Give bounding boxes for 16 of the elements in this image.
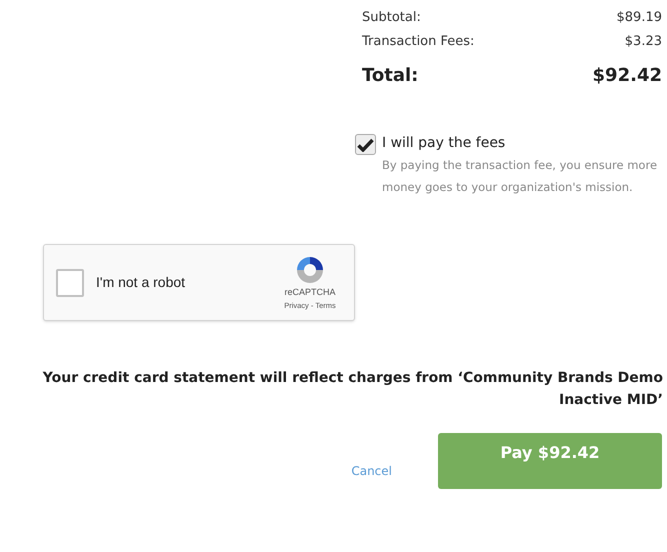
fees-description: By paying the transaction fee, you ensure more money goes to your organization's mission. [382, 157, 658, 196]
cancel-link[interactable]: Cancel [351, 462, 392, 480]
summary-value: $89.19 [616, 9, 662, 28]
fees-label: I will pay the fees [382, 134, 506, 153]
captcha-checkbox[interactable] [56, 268, 84, 296]
check-icon [357, 138, 374, 152]
pay-button[interactable]: Pay $92.42 [438, 433, 662, 489]
summary-label: Subtotal: [362, 9, 421, 28]
total-label: Total: [362, 64, 418, 88]
captcha-label: I'm not a robot [96, 273, 186, 292]
summary-value: $3.23 [624, 33, 662, 52]
statement-text: Your credit card statement will reflect charges from ‘Community Brands Demo Inactive MID’ [42, 369, 664, 410]
captcha-brand: reCAPTCHA [284, 286, 336, 300]
fees-checkbox[interactable] [355, 134, 376, 155]
summary-label: Transaction Fees: [362, 33, 474, 52]
total-value: $92.42 [592, 64, 662, 88]
